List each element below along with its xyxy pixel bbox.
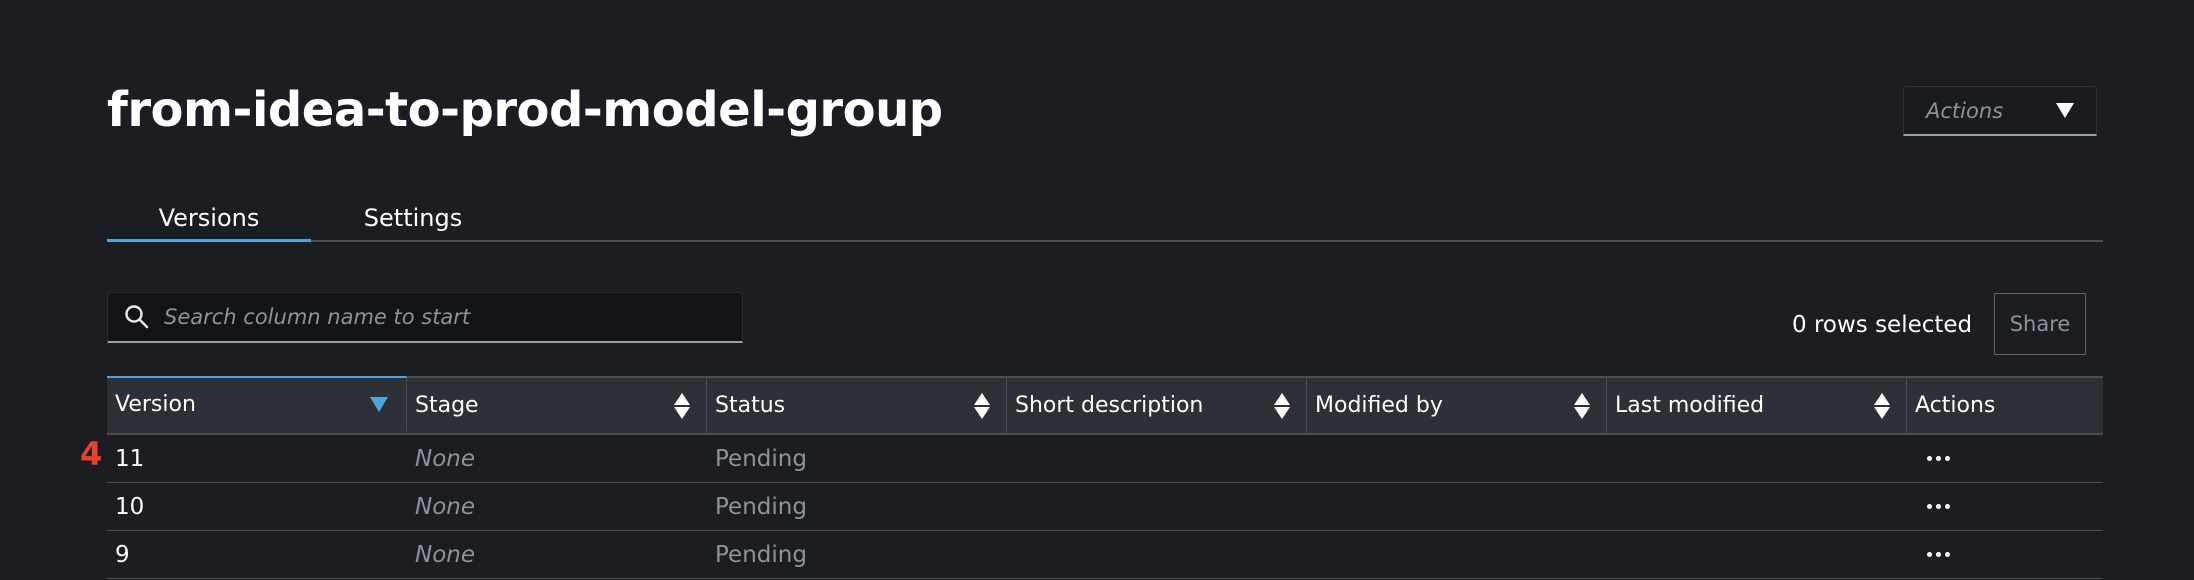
column-header-label: Actions: [1915, 393, 1996, 418]
table-row[interactable]: 10 None Pending: [107, 483, 2103, 531]
column-header-stage[interactable]: Stage: [407, 378, 707, 433]
cell-last-modified: [1607, 531, 1907, 578]
sort-icon: [1274, 392, 1290, 419]
cell-actions: [1907, 483, 2103, 530]
page-title: from-idea-to-prod-model-group: [107, 82, 943, 138]
column-header-version[interactable]: Version: [107, 376, 407, 431]
cell-actions: [1907, 531, 2103, 578]
column-header-actions: Actions: [1907, 378, 2103, 433]
column-header-label: Stage: [415, 393, 479, 418]
row-annotation-marker: 4: [80, 435, 103, 473]
column-header-label: Last modified: [1615, 393, 1765, 418]
sort-icon: [1874, 392, 1890, 419]
actions-dropdown[interactable]: Actions: [1903, 86, 2097, 136]
rows-selected-count: 0 rows selected: [1792, 312, 1973, 338]
cell-stage: None: [415, 445, 476, 472]
cell-version: 9: [115, 541, 130, 568]
cell-modified-by: [1307, 531, 1607, 578]
more-horizontal-icon[interactable]: [1927, 456, 1950, 461]
column-header-label: Version: [115, 392, 196, 417]
column-header-modified-by[interactable]: Modified by: [1307, 378, 1607, 433]
sort-icon: [974, 392, 990, 419]
model-group-page: from-idea-to-prod-model-group Actions Ve…: [0, 0, 2194, 580]
column-header-label: Status: [715, 393, 786, 418]
table-row[interactable]: 4 11 None Pending: [80, 435, 2103, 483]
tab-versions[interactable]: Versions: [107, 196, 311, 242]
actions-dropdown-label: Actions: [1926, 98, 2004, 123]
more-horizontal-icon[interactable]: [1927, 504, 1950, 509]
cell-status: Pending: [715, 493, 807, 520]
versions-table: Version Stage Status Short description M…: [80, 376, 2103, 579]
cell-short-description: [1007, 483, 1307, 530]
cell-actions: [1907, 435, 2103, 482]
cell-version: 11: [115, 445, 145, 472]
share-button[interactable]: Share: [1994, 293, 2086, 355]
caret-down-icon: [2056, 103, 2074, 118]
column-header-short-description[interactable]: Short description: [1007, 378, 1307, 433]
cell-version: 10: [115, 493, 145, 520]
cell-modified-by: [1307, 435, 1607, 482]
sort-icon: [1574, 392, 1590, 419]
column-search: [107, 292, 743, 343]
sort-icon: [674, 392, 690, 419]
tab-settings[interactable]: Settings: [345, 196, 481, 242]
search-input[interactable]: [162, 304, 726, 330]
cell-status: Pending: [715, 445, 807, 472]
cell-short-description: [1007, 435, 1307, 482]
column-header-last-modified[interactable]: Last modified: [1607, 378, 1907, 433]
cell-stage: None: [415, 541, 476, 568]
cell-last-modified: [1607, 435, 1907, 482]
cell-last-modified: [1607, 483, 1907, 530]
more-horizontal-icon[interactable]: [1927, 552, 1950, 557]
search-icon: [125, 305, 149, 329]
sort-descending-icon: [370, 397, 388, 412]
cell-status: Pending: [715, 541, 807, 568]
table-header: Version Stage Status Short description M…: [107, 376, 2103, 435]
column-header-label: Short description: [1015, 393, 1204, 418]
cell-stage: None: [415, 493, 476, 520]
column-header-status[interactable]: Status: [707, 378, 1007, 433]
column-header-label: Modified by: [1315, 393, 1443, 418]
cell-modified-by: [1307, 483, 1607, 530]
table-row[interactable]: 9 None Pending: [107, 531, 2103, 579]
tab-bar: Versions Settings: [107, 196, 2103, 242]
cell-short-description: [1007, 531, 1307, 578]
